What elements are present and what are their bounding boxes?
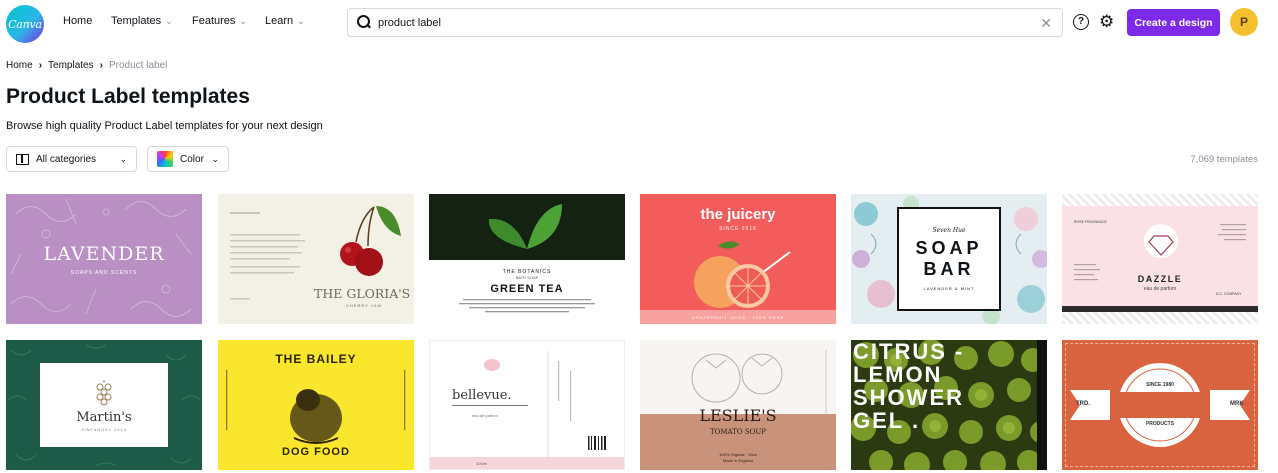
cherry-illustration: [230, 206, 401, 300]
template-title-line-4: GEL .: [853, 408, 921, 433]
chevron-right-icon: ›: [99, 60, 103, 71]
template-subtitle: ZINFANDEL 2014: [81, 426, 127, 432]
nav-home[interactable]: Home: [63, 15, 92, 27]
breadcrumb-home[interactable]: Home: [6, 60, 33, 71]
page-title: Product Label templates: [6, 85, 250, 108]
ribbon-badge: [1070, 363, 1250, 447]
template-title: DAZZLE: [1137, 274, 1183, 284]
categories-filter-label: All categories: [36, 153, 97, 165]
grapes-icon: [96, 379, 112, 405]
create-design-button[interactable]: Create a design: [1127, 9, 1220, 36]
avatar[interactable]: P: [1230, 8, 1258, 36]
template-brand: Seven Hue: [932, 227, 966, 234]
nav-home-label: Home: [63, 15, 93, 27]
nav-learn[interactable]: Learn ⌄: [265, 15, 305, 27]
body-text-lines: [459, 299, 595, 313]
template-count: 7,069 templates: [1190, 154, 1258, 165]
template-right-text: D.C. COMPANY: [1216, 292, 1242, 296]
search-input[interactable]: [378, 14, 1018, 32]
template-title-line-1: CITRUS -: [853, 340, 965, 364]
template-title: LAVENDER: [43, 242, 165, 265]
leaf-illustration: [488, 204, 562, 249]
template-subtitle: PRODUCTS: [1145, 421, 1175, 427]
layout-icon: [16, 153, 29, 165]
label-box: Martin's ZINFANDEL 2014: [40, 363, 168, 447]
chevron-right-icon: ›: [38, 60, 43, 71]
grapefruit-illustration: [694, 241, 791, 308]
template-card-martins[interactable]: Martin's ZINFANDEL 2014: [6, 340, 202, 470]
diamond-icon: [1074, 224, 1246, 281]
template-card-dazzle[interactable]: ROSE FRAGRANCE DAZZLE eau de parfum D.C.…: [1062, 194, 1258, 324]
template-title: THE GLORIA'S: [314, 286, 411, 301]
search-bar: ✕: [347, 8, 1063, 37]
template-card-citrus[interactable]: CITRUS - LEMON SHOWER GEL .: [851, 340, 1047, 470]
template-subtitle: TOMATO SOUP: [709, 428, 767, 436]
template-left-text: ROSE FRAGRANCE: [1074, 220, 1107, 224]
top-navigation: Canva Home Templates⌄ Features⌄ Learn⌄ ✕…: [0, 0, 1278, 45]
template-subtitle: CHERRY JAM: [346, 303, 382, 308]
nav-templates-label: Templates: [111, 15, 162, 27]
template-card-trademark[interactable]: SINCE 1980 TRD. MRK PRODUCTS: [1062, 340, 1258, 470]
footer-band: [430, 457, 624, 469]
template-title: GREEN TEA: [490, 283, 564, 295]
canva-logo[interactable]: Canva: [6, 5, 44, 43]
template-card-lavender[interactable]: LAVENDER SOAPS AND SCENTS: [6, 194, 202, 324]
gear-icon[interactable]: ⚙: [1099, 12, 1114, 32]
color-swatch-icon: [157, 151, 173, 167]
template-subtitle: SOAPS AND SCENTS: [70, 269, 138, 276]
template-left-text: TRD.: [1076, 401, 1090, 407]
template-title: CITRUS - LEMON SHOWER GEL .: [853, 340, 964, 432]
chevron-down-icon: ⌄: [119, 153, 127, 164]
template-title-line-3: SHOWER: [853, 385, 964, 410]
template-card-gloria[interactable]: THE GLORIA'S CHERRY JAM: [218, 194, 414, 324]
logo-text: Canva: [8, 17, 42, 31]
page-subtitle: Browse high quality Product Label templa…: [6, 120, 323, 132]
chevron-down-icon: ⌄: [239, 15, 247, 26]
nav-templates[interactable]: Templates ⌄: [111, 15, 173, 27]
chevron-down-icon: ⌄: [297, 15, 305, 26]
categories-filter[interactable]: All categories ⌄: [6, 146, 137, 172]
template-subtitle: LAVENDER & MINT: [923, 286, 975, 291]
template-footer: 100ml: [476, 461, 487, 466]
template-card-green-tea[interactable]: THE BOTANICS BATH SOAP GREEN TEA: [429, 194, 625, 324]
template-footer: 100% Organic · 15oz: [719, 452, 757, 457]
help-icon[interactable]: ?: [1073, 14, 1089, 30]
breadcrumb: Home › Templates › Product label: [6, 60, 167, 71]
chevron-down-icon: ⌄: [211, 153, 219, 164]
clear-search-icon[interactable]: ✕: [1040, 14, 1052, 32]
breadcrumb-current: Product label: [108, 60, 168, 71]
template-kind: BATH SOAP: [515, 275, 539, 280]
template-footer: GRAPEFRUIT JUICE · 100% PURE: [691, 315, 785, 320]
template-right-text: MRK: [1230, 401, 1244, 407]
template-card-soap-bar[interactable]: Seven Hue SOAP BAR LAVENDER & MINT: [851, 194, 1047, 324]
template-title-2: BAR: [923, 259, 975, 279]
barcode-icon: [547, 351, 606, 466]
nav-features[interactable]: Features ⌄: [192, 15, 247, 27]
color-filter[interactable]: Color ⌄: [147, 146, 229, 172]
template-title: SOAP: [915, 238, 983, 258]
nav-learn-label: Learn: [265, 15, 294, 27]
template-title: LESLIE'S: [699, 406, 777, 425]
nav-features-label: Features: [192, 15, 236, 27]
template-top-text: SINCE 1980: [1146, 382, 1174, 388]
template-subtitle: DOG FOOD: [282, 446, 350, 458]
search-icon: [357, 15, 371, 29]
template-card-bellevue[interactable]: bellevue. eau de parfum 100ml: [429, 340, 625, 470]
template-title: Martin's: [76, 409, 132, 425]
template-title-line-2: LEMON: [853, 362, 943, 387]
template-card-juicery[interactable]: the juicery SINCE 2016 GRAPEFRUIT JUICE …: [640, 194, 836, 324]
breadcrumb-templates[interactable]: Templates: [48, 60, 94, 71]
label-box: Seven Hue SOAP BAR LAVENDER & MINT: [897, 207, 1001, 311]
template-footer-2: Made in England: [722, 458, 754, 463]
chevron-down-icon: ⌄: [165, 15, 173, 26]
color-filter-label: Color: [180, 153, 204, 165]
template-card-bailey[interactable]: THE BAILEY DOG FOOD: [218, 340, 414, 470]
template-card-leslies[interactable]: LESLIE'S TOMATO SOUP 100% Organic · 15oz…: [640, 340, 836, 470]
